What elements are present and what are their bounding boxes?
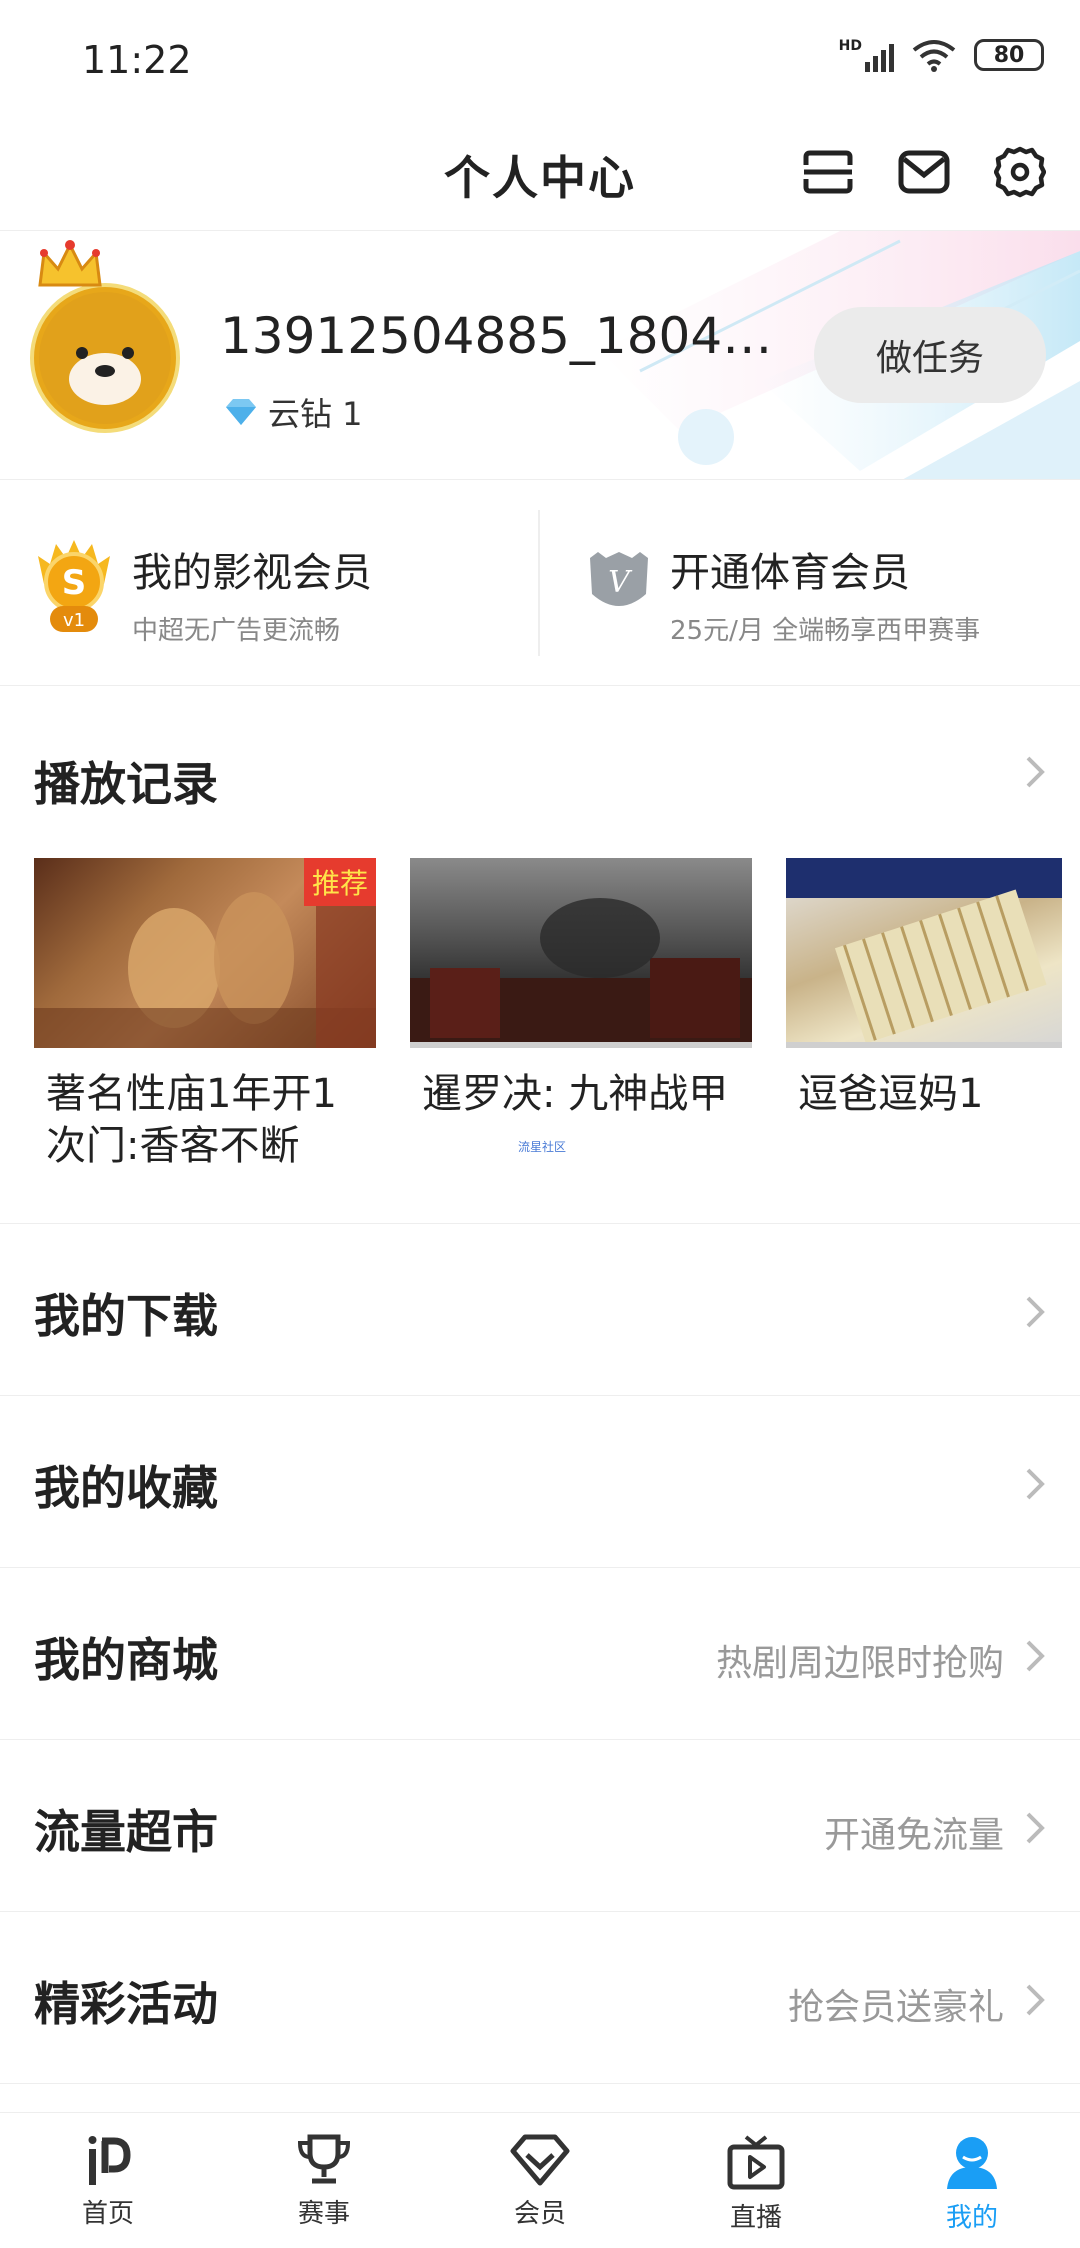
lion-face-icon <box>39 292 171 424</box>
status-bar: 11:22 HD 80 <box>0 0 1080 120</box>
history-item[interactable]: 推荐 著名性庙1年开1次门:香客不断 <box>34 858 376 1172</box>
tab-mine[interactable]: 我的 <box>864 2113 1080 2248</box>
battle-scene-image <box>410 898 752 1048</box>
scan-button[interactable] <box>800 144 856 200</box>
settings-button[interactable] <box>992 144 1048 200</box>
status-icons: HD 80 <box>839 38 1044 72</box>
chevron-right-icon <box>1026 1812 1045 1844</box>
menu-mall[interactable]: 我的商城 热剧周边限时抢购 <box>0 1568 1080 1740</box>
film-vip-title: 我的影视会员 <box>132 550 372 596</box>
watermark-text: 流星社区 <box>518 1140 567 1154</box>
film-vip-subtitle: 中超无广告更流畅 <box>132 616 341 646</box>
diamond-icon <box>226 399 256 425</box>
sports-vip-card[interactable]: V 开通体育会员 25元/月 全端畅享西甲赛事 <box>540 480 1080 686</box>
menu-subtitle: 热剧周边限时抢购 <box>715 1643 1004 1684</box>
video-thumbnail <box>410 858 752 1048</box>
trophy-icon <box>297 2134 351 2184</box>
hd-label: HD <box>838 38 862 54</box>
play-history-section: 播放记录 推荐 著名性庙1年开1次门:香客不断 暹罗决: 九神战甲 流星社区 逗… <box>0 686 1080 1224</box>
menu-subtitle: 开通免流量 <box>823 1815 1004 1856</box>
vip-section: S v1 我的影视会员 中超无广告更流畅 V 开通体育会员 25元/月 全端畅享… <box>0 480 1080 686</box>
wifi-icon <box>912 40 956 72</box>
menu-title: 我的收藏 <box>34 1461 218 1515</box>
avatar[interactable] <box>30 240 180 433</box>
menu-favorites[interactable]: 我的收藏 <box>0 1396 1080 1568</box>
gear-icon <box>994 146 1046 198</box>
home-icon <box>88 2136 131 2185</box>
chevron-right-icon[interactable] <box>1024 754 1046 790</box>
tab-live[interactable]: 直播 <box>648 2113 864 2248</box>
video-thumbnail <box>786 858 1062 1048</box>
profile-card: 13912504885_180407c... 云钻 1 做任务 <box>0 230 1080 480</box>
chevron-right-icon <box>1026 1468 1045 1500</box>
tab-vip[interactable]: 会员 <box>432 2113 648 2248</box>
status-time: 11:22 <box>82 38 192 82</box>
diamond-label: 云钻 1 <box>268 395 363 433</box>
tab-label: 赛事 <box>297 2199 350 2229</box>
history-item[interactable]: 暹罗决: 九神战甲 流星社区 <box>410 858 752 1172</box>
video-thumbnail: 推荐 <box>34 858 376 1048</box>
svg-text:v1: v1 <box>63 610 85 631</box>
tv-icon <box>727 2135 785 2190</box>
chevron-right-icon <box>1026 1984 1045 2016</box>
video-title: 暹罗决: 九神战甲 <box>422 1071 729 1117</box>
menu-downloads[interactable]: 我的下载 <box>0 1224 1080 1396</box>
username: 13912504885_180407c... <box>220 307 780 365</box>
crown-icon <box>38 240 102 287</box>
video-title: 著名性庙1年开1次门:香客不断 <box>46 1071 337 1169</box>
menu-title: 精彩活动 <box>34 1977 218 2031</box>
film-vip-badge-icon: S v1 <box>38 540 110 632</box>
sports-vip-subtitle: 25元/月 全端畅享西甲赛事 <box>670 616 981 646</box>
tab-home[interactable]: 首页 <box>0 2113 216 2248</box>
tab-label: 首页 <box>81 2199 134 2229</box>
cloud-diamond[interactable]: 云钻 1 <box>224 389 363 435</box>
tab-label: 会员 <box>513 2199 566 2229</box>
menu-title: 我的下载 <box>34 1289 218 1343</box>
menu-data-market[interactable]: 流量超市 开通免流量 <box>0 1740 1080 1912</box>
menu-title: 流量超市 <box>34 1805 218 1859</box>
menu-activities[interactable]: 精彩活动 抢会员送豪礼 <box>0 1912 1080 2084</box>
svg-text:V: V <box>608 565 633 600</box>
menu-subtitle: 抢会员送豪礼 <box>787 1987 1004 2028</box>
chevron-right-icon <box>1026 1296 1045 1328</box>
svg-text:S: S <box>62 563 87 603</box>
tab-label: 我的 <box>945 2203 998 2233</box>
sports-vip-title: 开通体育会员 <box>670 550 910 596</box>
scan-icon <box>803 150 853 194</box>
signal-icon: HD <box>839 38 894 72</box>
bottom-tab-bar: 首页 赛事 会员 直播 我的 <box>0 2112 1080 2248</box>
history-item[interactable]: 逗爸逗妈1 <box>786 858 1062 1172</box>
battery-indicator: 80 <box>974 39 1044 71</box>
tab-label: 直播 <box>729 2203 782 2233</box>
mail-icon <box>898 150 950 194</box>
chevron-right-icon <box>1026 1640 1045 1672</box>
message-button[interactable] <box>896 144 952 200</box>
tab-events[interactable]: 赛事 <box>216 2113 432 2248</box>
sushi-mat-image <box>786 858 1062 1048</box>
sports-vip-shield-icon: V <box>590 552 648 606</box>
recommend-tag: 推荐 <box>303 858 376 906</box>
menu-title: 我的商城 <box>34 1633 218 1687</box>
history-list: 推荐 著名性庙1年开1次门:香客不断 暹罗决: 九神战甲 流星社区 逗爸逗妈1 <box>34 858 1062 1172</box>
user-icon <box>947 2137 997 2189</box>
header: 个人中心 <box>0 120 1080 230</box>
film-vip-card[interactable]: S v1 我的影视会员 中超无广告更流畅 <box>0 480 540 686</box>
header-actions <box>800 144 1048 200</box>
diamond-outline-icon <box>510 2134 570 2186</box>
video-title: 逗爸逗妈1 <box>798 1071 984 1117</box>
do-task-button[interactable]: 做任务 <box>814 307 1046 403</box>
play-history-title[interactable]: 播放记录 <box>34 748 218 814</box>
